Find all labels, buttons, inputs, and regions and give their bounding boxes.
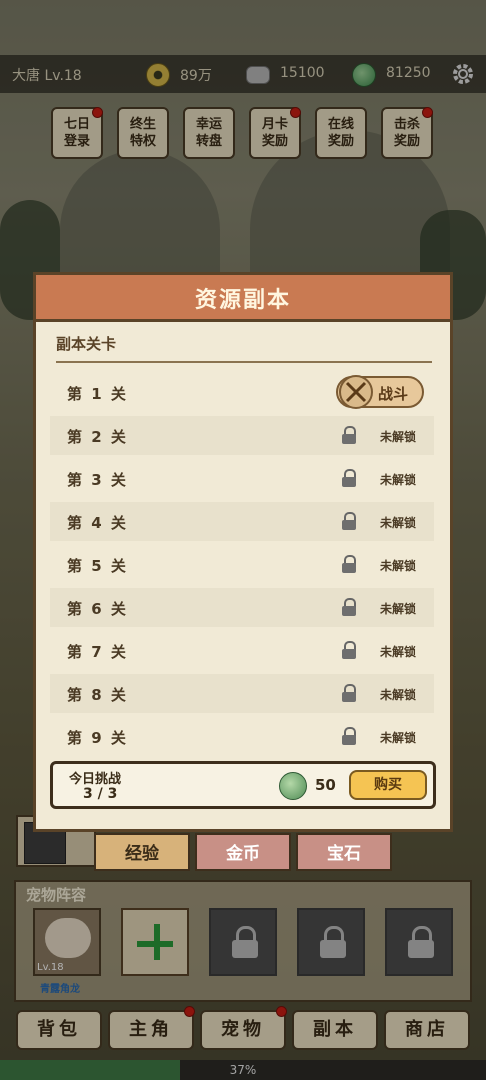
locked-status: 未解锁: [380, 645, 417, 659]
daily-challenge-count: 3 / 3: [83, 786, 118, 802]
lock-icon: [342, 727, 356, 745]
locked-status: 未解锁: [380, 430, 417, 444]
lock-icon: [342, 598, 356, 616]
locked-status: 未解锁: [380, 516, 417, 530]
modal-header: 资源副本: [36, 275, 450, 322]
level-label: 第 5 关: [67, 557, 128, 575]
tab-gem[interactable]: 宝石: [296, 833, 392, 871]
fight-label: 战斗: [378, 385, 409, 403]
level-label: 第 9 关: [67, 729, 128, 747]
daily-challenge-label: 今日挑战: [69, 772, 122, 787]
daily-challenge-bar: 今日挑战 3 / 3 50 购买: [50, 761, 436, 809]
level-label: 第 2 关: [67, 428, 128, 446]
locked-status: 未解锁: [380, 473, 417, 487]
level-label: 第 1 关: [67, 385, 128, 403]
level-row: 第 1 关 战斗: [50, 373, 434, 412]
level-label: 第 4 关: [67, 514, 128, 532]
level-label: 第 3 关: [67, 471, 128, 489]
fight-button[interactable]: 战斗: [336, 374, 424, 410]
locked-status: 未解锁: [380, 602, 417, 616]
level-label: 第 6 关: [67, 600, 128, 618]
level-label: 第 8 关: [67, 686, 128, 704]
lock-icon: [342, 469, 356, 487]
locked-status: 未解锁: [380, 559, 417, 573]
level-label: 第 7 关: [67, 643, 128, 661]
resource-dungeon-modal: 资源副本 副本关卡 第 1 关 战斗 第 2 关 未解锁 第 3 关 未解锁 第…: [33, 272, 453, 832]
level-row: 第 9 关 未解锁: [50, 717, 434, 756]
section-title: 副本关卡: [56, 335, 117, 353]
lock-icon: [342, 426, 356, 444]
jade-icon: [279, 772, 307, 800]
lock-icon: [342, 555, 356, 573]
tab-gold[interactable]: 金币: [195, 833, 291, 871]
buy-price: 50: [315, 776, 336, 794]
section-divider: [56, 361, 432, 363]
tab-experience[interactable]: 经验: [94, 833, 190, 871]
modal-title: 资源副本: [194, 288, 291, 313]
lock-icon: [342, 684, 356, 702]
crossed-swords-icon: [338, 374, 374, 410]
level-row: 第 5 关 未解锁: [50, 545, 434, 584]
level-row: 第 6 关 未解锁: [50, 588, 434, 627]
lock-icon: [342, 641, 356, 659]
lock-icon: [342, 512, 356, 530]
level-row: 第 4 关 未解锁: [50, 502, 434, 541]
level-row: 第 3 关 未解锁: [50, 459, 434, 498]
level-row: 第 8 关 未解锁: [50, 674, 434, 713]
locked-status: 未解锁: [380, 731, 417, 745]
level-row: 第 2 关 未解锁: [50, 416, 434, 455]
level-row: 第 7 关 未解锁: [50, 631, 434, 670]
buy-button[interactable]: 购买: [349, 770, 427, 800]
locked-status: 未解锁: [380, 688, 417, 702]
